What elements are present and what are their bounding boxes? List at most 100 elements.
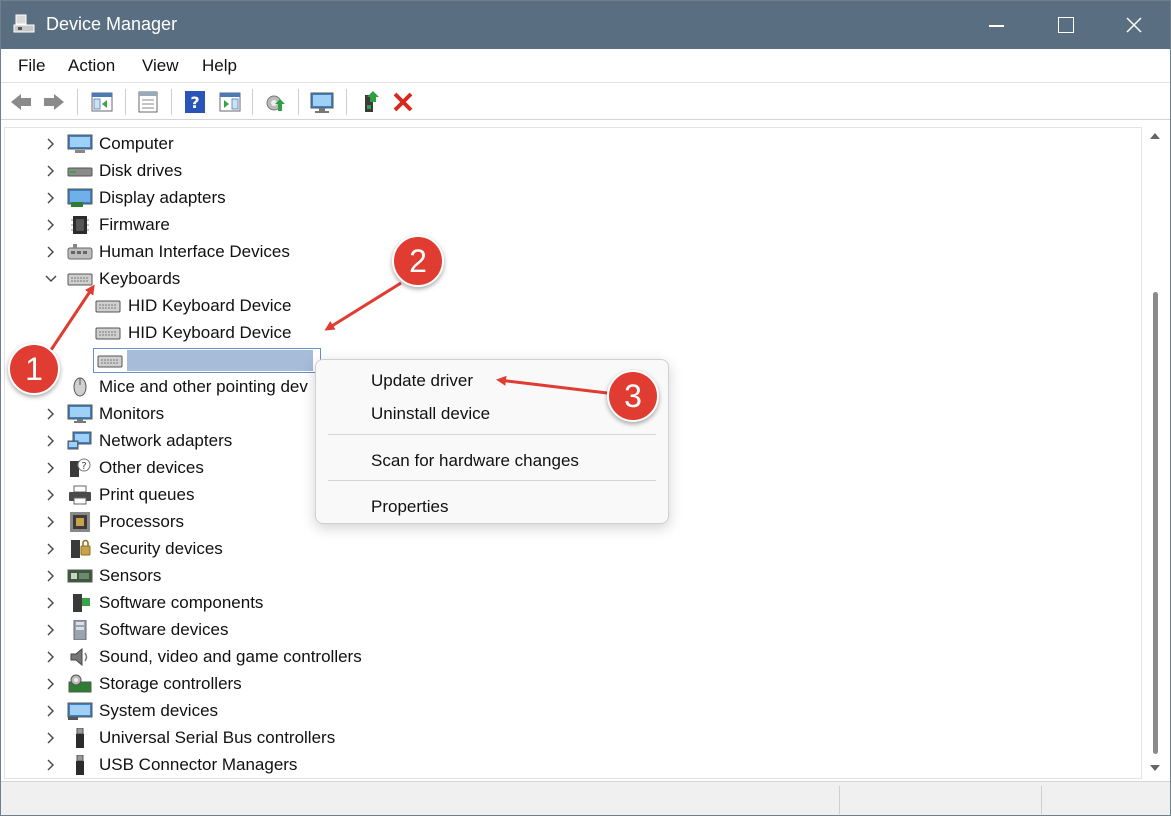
tree-item-label: HID Keyboard Device <box>128 323 292 342</box>
chevron-right-icon[interactable] <box>44 407 58 421</box>
forward-icon[interactable] <box>41 89 67 115</box>
tree-item-hid-keyboard-device[interactable]: HID Keyboard Device <box>5 320 1141 347</box>
update-driver-icon[interactable] <box>263 89 289 115</box>
tree-item-computer[interactable]: Computer <box>5 131 1141 158</box>
chevron-right-icon[interactable] <box>44 596 58 610</box>
disk-drive-icon <box>67 167 93 177</box>
printer-icon <box>69 485 91 505</box>
tree-item-label: Sensors <box>99 566 162 585</box>
chevron-right-icon[interactable] <box>44 434 58 448</box>
menu-file[interactable]: File <box>18 56 45 76</box>
scroll-up-icon[interactable] <box>1150 133 1160 139</box>
minimize-button[interactable] <box>968 1 1024 49</box>
tree-item-disk-drives[interactable]: Disk drives <box>5 158 1141 185</box>
chevron-right-icon[interactable] <box>44 677 58 691</box>
tree-item-system-devices[interactable]: System devices <box>5 698 1141 725</box>
keyboard-icon <box>95 327 121 340</box>
tree-item-sound-video-game[interactable]: Sound, video and game controllers <box>5 644 1141 671</box>
scroll-down-icon[interactable] <box>1150 765 1160 771</box>
tree-item-label: Human Interface Devices <box>99 242 290 261</box>
help-icon[interactable]: ? <box>182 89 208 115</box>
scan-hardware-menu-item[interactable]: Scan for hardware changes <box>371 451 579 471</box>
svg-text:?: ? <box>81 461 86 472</box>
tree-item-software-components[interactable]: Software components <box>5 590 1141 617</box>
tree-item-usb-connector-managers[interactable]: USB Connector Managers <box>5 752 1141 778</box>
window-title: Device Manager <box>46 14 178 34</box>
tree-item-display-adapters[interactable]: Display adapters <box>5 185 1141 212</box>
tree-item-label: Storage controllers <box>99 674 242 693</box>
tree-item-usb-controllers[interactable]: Universal Serial Bus controllers <box>5 725 1141 752</box>
chevron-right-icon[interactable] <box>44 569 58 583</box>
keyboard-icon <box>95 300 121 313</box>
chevron-right-icon[interactable] <box>44 461 58 475</box>
chevron-right-icon[interactable] <box>44 218 58 232</box>
tree-item-label: Monitors <box>99 404 165 423</box>
system-device-icon <box>67 702 93 720</box>
chevron-right-icon[interactable] <box>44 731 58 745</box>
other-devices-icon: ? <box>70 458 91 477</box>
tree-item-label: Software devices <box>99 620 229 639</box>
vertical-scrollbar[interactable] <box>1142 127 1169 779</box>
tree-item-security-devices[interactable]: Security devices <box>5 536 1141 563</box>
properties-menu-item[interactable]: Properties <box>371 497 448 517</box>
tree-item-human-interface-devices[interactable]: Human Interface Devices <box>5 239 1141 266</box>
tree-item-hid-keyboard-device[interactable]: HID Keyboard Device <box>5 293 1141 320</box>
hid-icon <box>67 244 93 260</box>
tree-item-label: Computer <box>99 134 174 153</box>
chevron-right-icon[interactable] <box>44 137 58 151</box>
title-bar: Device Manager <box>1 1 1170 49</box>
tree-item-label: Software components <box>99 593 264 612</box>
maximize-button[interactable] <box>1037 1 1093 49</box>
usb-icon <box>76 755 84 775</box>
tree-item-sensors[interactable]: Sensors <box>5 563 1141 590</box>
close-button[interactable] <box>1106 1 1162 49</box>
software-component-icon <box>73 594 90 612</box>
processor-icon <box>70 512 90 532</box>
device-manager-window: Device Manager File Action View Help ? C… <box>0 0 1171 816</box>
tree-item-storage-controllers[interactable]: Storage controllers <box>5 671 1141 698</box>
tree-item-label: Network adapters <box>99 431 233 450</box>
scroll-thumb[interactable] <box>1153 292 1158 754</box>
chevron-right-icon[interactable] <box>44 542 58 556</box>
back-icon[interactable] <box>8 89 34 115</box>
tree-item-firmware[interactable]: Firmware <box>5 212 1141 239</box>
scan-hardware-icon[interactable] <box>309 89 335 115</box>
update-driver-menu-item[interactable]: Update driver <box>371 371 473 391</box>
tree-item-label: Display adapters <box>99 188 226 207</box>
chevron-right-icon[interactable] <box>44 488 58 502</box>
close-icon <box>1126 17 1142 33</box>
storage-controller-icon <box>68 674 92 693</box>
selected-item-label <box>127 350 313 371</box>
tree-item-label: Firmware <box>99 215 170 234</box>
chevron-right-icon[interactable] <box>44 650 58 664</box>
tree-item-label: Sound, video and game controllers <box>99 647 362 666</box>
chevron-right-icon[interactable] <box>44 245 58 259</box>
annotation-badge-3: 3 <box>607 370 659 422</box>
usb-icon <box>76 728 84 748</box>
tree-item-label: Universal Serial Bus controllers <box>99 728 336 747</box>
tree-item-software-devices[interactable]: Software devices <box>5 617 1141 644</box>
chevron-right-icon[interactable] <box>44 704 58 718</box>
keyboard-icon <box>97 355 123 368</box>
chevron-down-icon[interactable] <box>44 272 58 286</box>
uninstall-device-menu-item[interactable]: Uninstall device <box>371 404 490 424</box>
action-pane-icon[interactable] <box>217 89 243 115</box>
annotation-badge-2: 2 <box>392 235 444 287</box>
firmware-icon <box>71 216 89 234</box>
chevron-right-icon[interactable] <box>44 515 58 529</box>
selected-item-highlight[interactable] <box>93 348 321 373</box>
security-device-icon <box>71 539 91 558</box>
chevron-right-icon[interactable] <box>44 164 58 178</box>
add-driver-icon[interactable] <box>357 89 383 115</box>
tree-item-keyboards[interactable]: Keyboards <box>5 266 1141 293</box>
properties-sheet-icon[interactable] <box>135 89 161 115</box>
chevron-right-icon[interactable] <box>44 191 58 205</box>
uninstall-device-icon[interactable] <box>390 89 416 115</box>
menu-view[interactable]: View <box>142 56 179 76</box>
menu-action[interactable]: Action <box>68 56 115 76</box>
menu-help[interactable]: Help <box>202 56 237 76</box>
chevron-right-icon[interactable] <box>44 623 58 637</box>
chevron-right-icon[interactable] <box>44 758 58 772</box>
menu-divider <box>328 434 656 435</box>
console-tree-icon[interactable] <box>89 89 115 115</box>
